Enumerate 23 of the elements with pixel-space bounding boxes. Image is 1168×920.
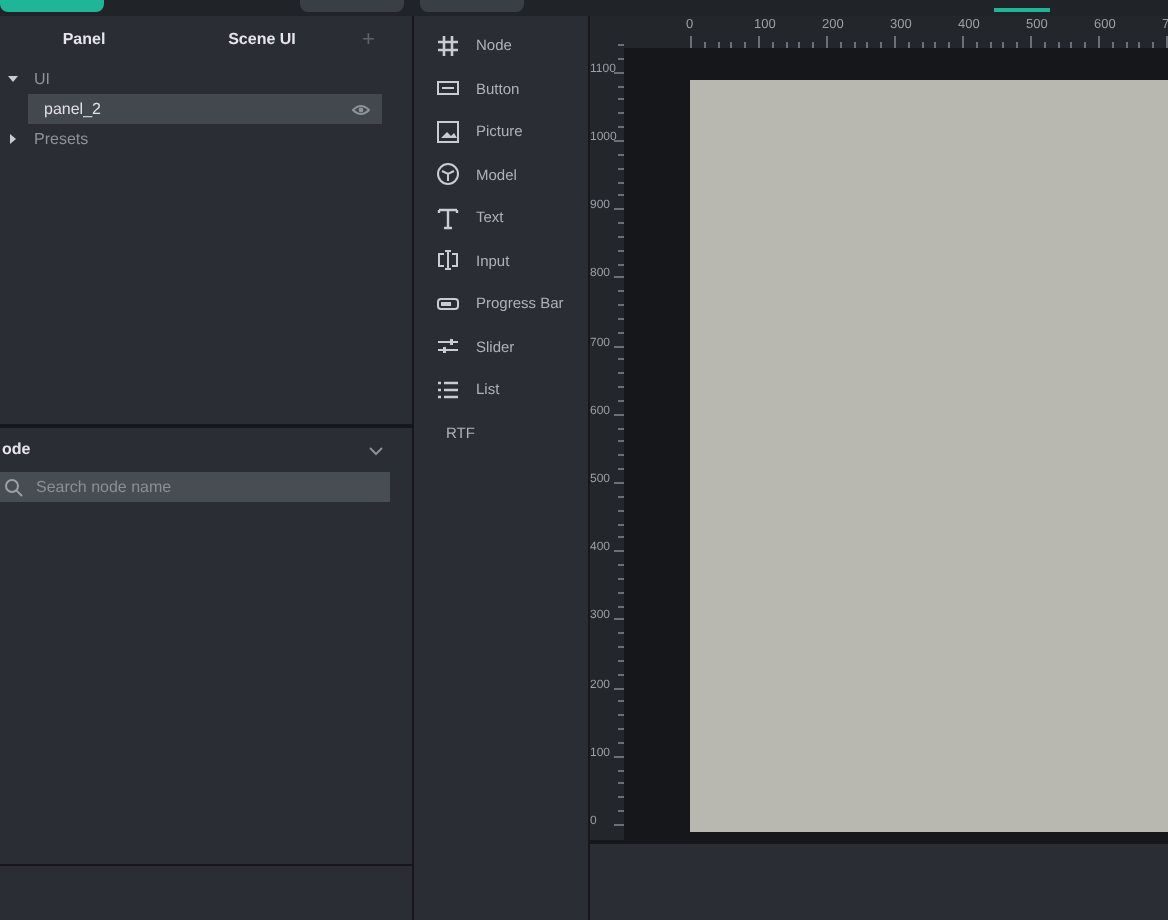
text-icon (436, 205, 460, 230)
tree-item[interactable]: Presets (34, 127, 89, 151)
search-icon (4, 477, 24, 497)
grid-icon (436, 33, 460, 58)
slider-icon (436, 334, 460, 359)
panel-header[interactable]: Scene UI (168, 28, 356, 52)
tree-item[interactable]: UI (34, 67, 50, 91)
button-icon (436, 76, 460, 101)
caret-icon[interactable] (8, 134, 18, 144)
play-button[interactable] (0, 0, 104, 12)
active-tab-indicator (994, 8, 1050, 12)
picture-icon (436, 119, 460, 144)
chevron-down-icon[interactable] (368, 445, 384, 455)
search-field[interactable]: Search node name (0, 472, 390, 502)
input-icon (436, 248, 460, 273)
cube-icon (436, 162, 460, 187)
eye-icon[interactable] (352, 103, 370, 115)
panel-title: ode (2, 438, 31, 462)
tree-item[interactable]: panel_2 (28, 94, 382, 124)
panel-header[interactable]: Panel (0, 28, 168, 52)
list-icon (436, 377, 460, 402)
tree-item-label: panel_2 (44, 97, 103, 121)
caret-icon[interactable] (8, 74, 18, 84)
